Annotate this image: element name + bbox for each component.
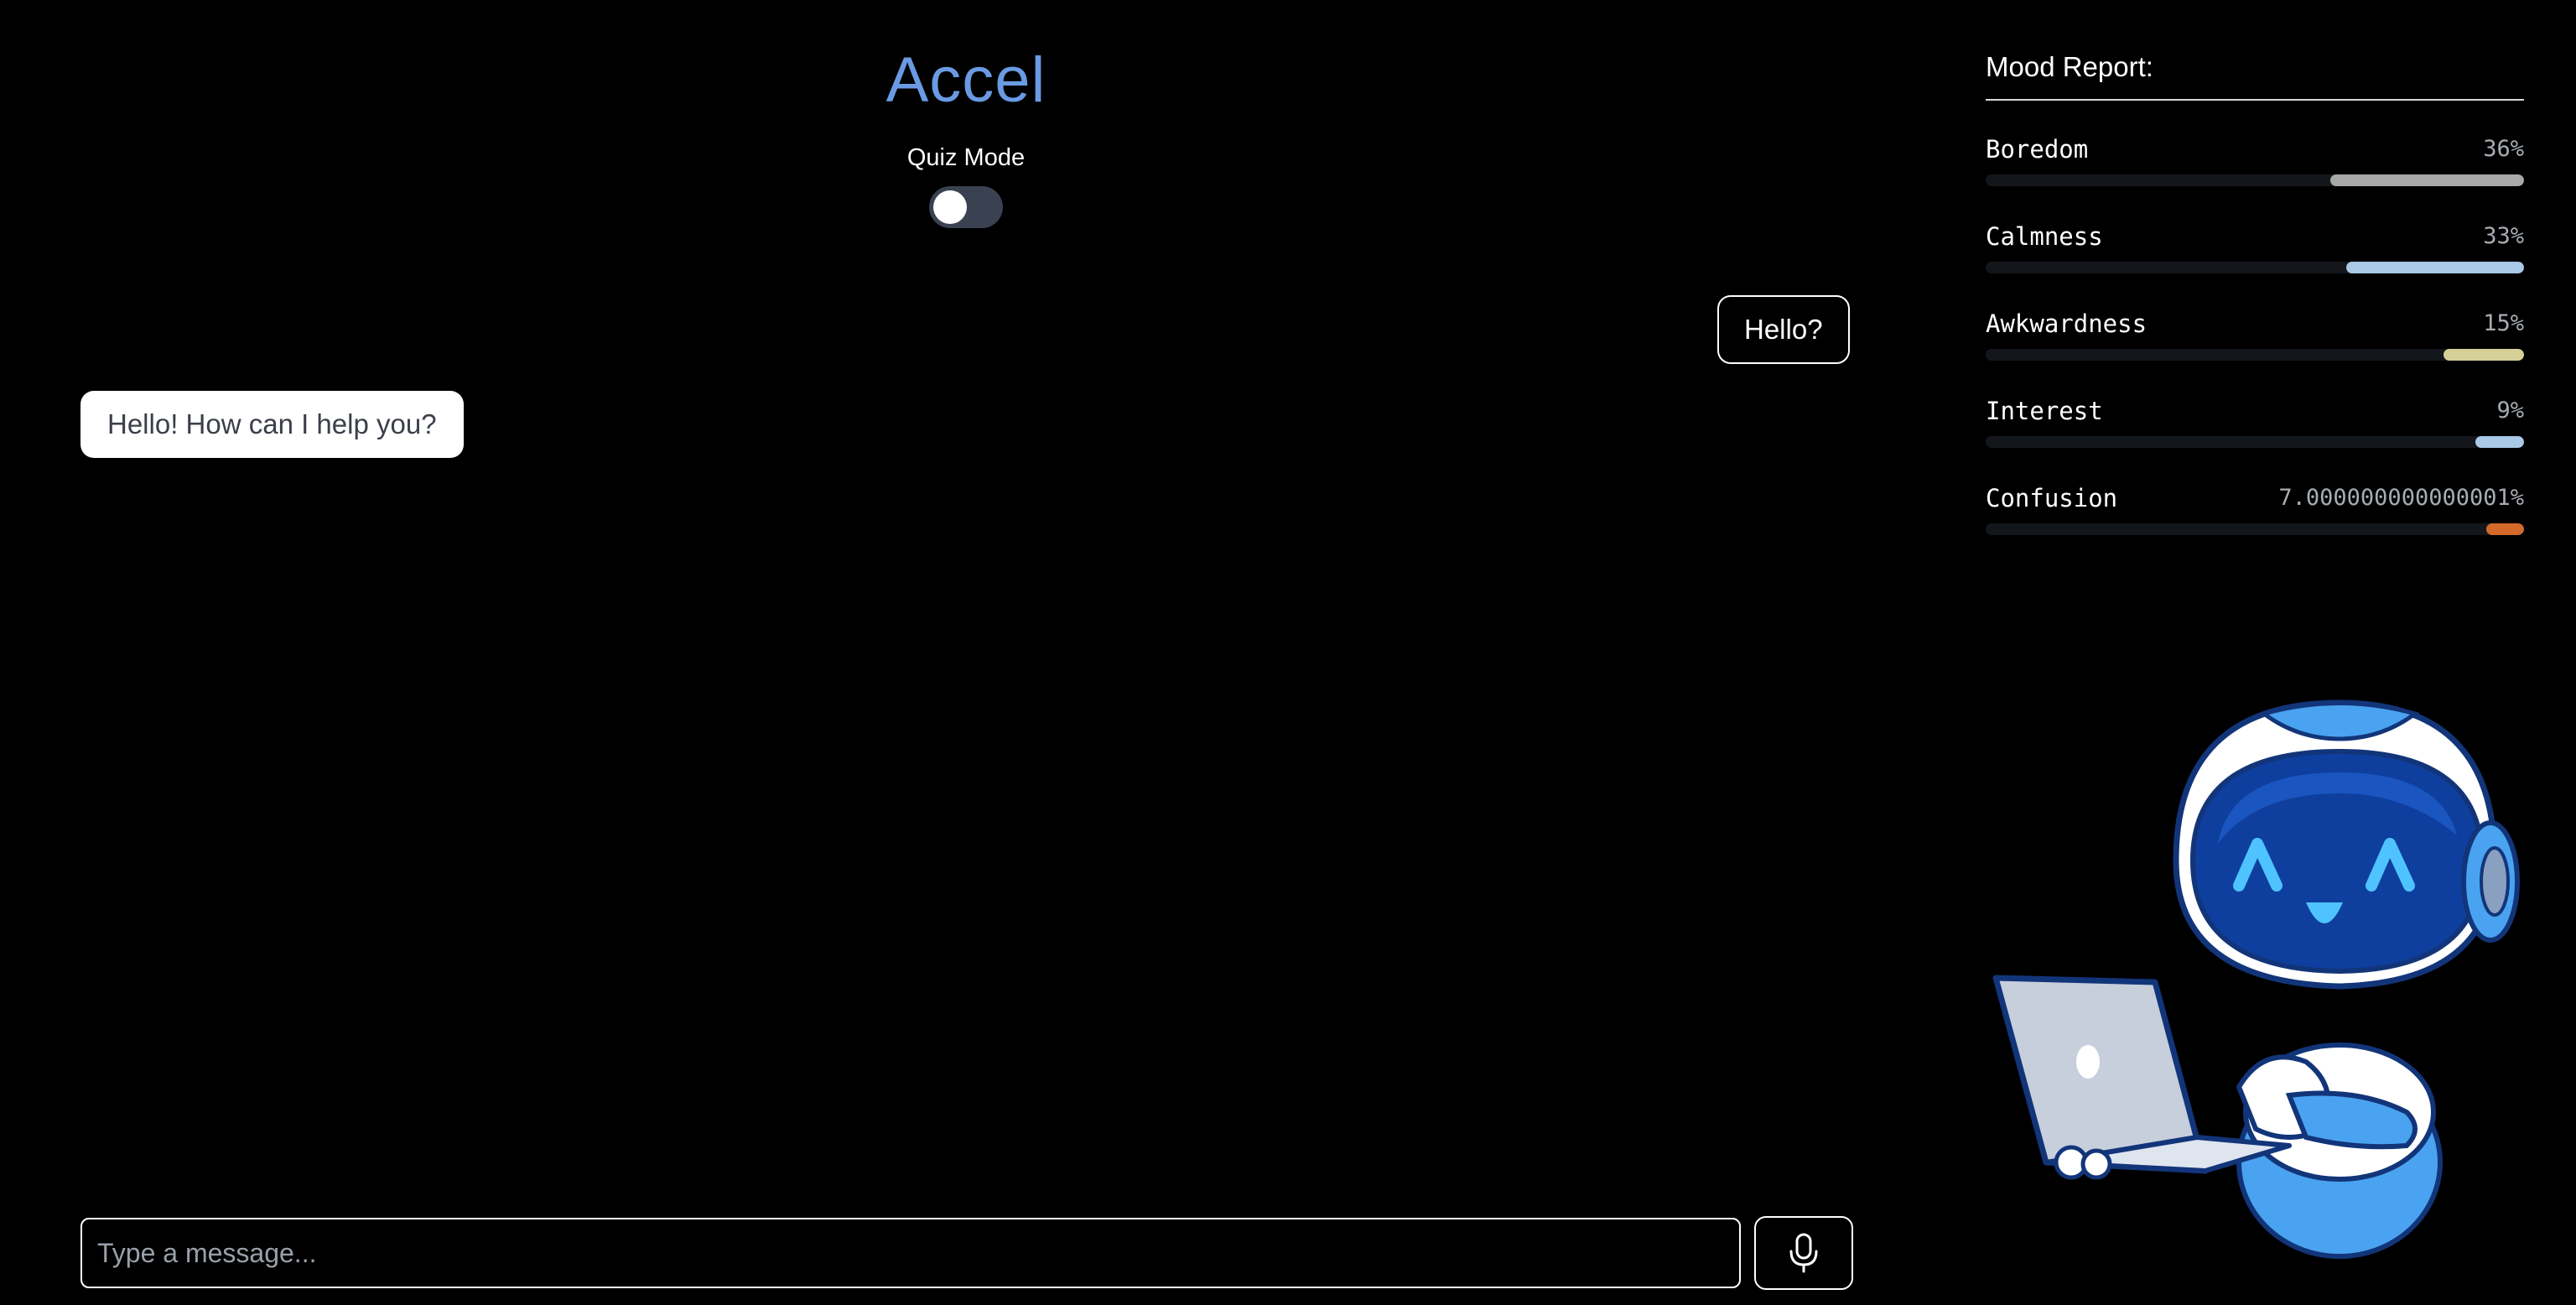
mood-bar-track — [1986, 262, 2524, 273]
mood-bar-track — [1986, 174, 2524, 186]
mood-name: Awkwardness — [1986, 309, 2148, 338]
mood-name: Confusion — [1986, 484, 2118, 512]
mood-report-divider — [1986, 99, 2524, 101]
app-title: Accel — [886, 44, 1046, 116]
mood-value: 36% — [2483, 136, 2524, 162]
mood-bar-fill — [2443, 349, 2524, 361]
mood-item-awkwardness: Awkwardness 15% — [1986, 307, 2524, 374]
mood-bar-fill — [2486, 523, 2524, 535]
mood-value: 15% — [2483, 310, 2524, 336]
assistant-message: Hello! How can I help you? — [80, 391, 464, 458]
chat-column: Accel Quiz Mode Hello? Hello! How can I … — [0, 0, 1932, 1305]
mood-value: 33% — [2483, 223, 2524, 249]
mood-bar-track — [1986, 436, 2524, 448]
mood-name: Calmness — [1986, 222, 2103, 251]
quiz-mode-label: Quiz Mode — [906, 144, 1026, 171]
mood-value: 9% — [2496, 398, 2524, 424]
mood-name: Boredom — [1986, 135, 2089, 164]
mood-bar-track — [1986, 523, 2524, 535]
robot-mascot-icon — [1992, 699, 2520, 1259]
mood-name: Interest — [1986, 397, 2103, 425]
mood-item-calmness: Calmness 33% — [1986, 220, 2524, 287]
mood-item-boredom: Boredom 36% — [1986, 133, 2524, 200]
mood-item-confusion: Confusion 7.000000000000001% — [1986, 481, 2524, 549]
mood-bar-track — [1986, 349, 2524, 361]
mood-bar-fill — [2329, 174, 2524, 186]
user-message: Hello? — [1717, 295, 1850, 364]
microphone-icon — [1789, 1233, 1818, 1273]
microphone-button[interactable] — [1754, 1216, 1853, 1290]
mood-bar-fill — [2475, 436, 2524, 448]
mood-value: 7.000000000000001% — [2278, 485, 2524, 511]
message-input[interactable] — [80, 1218, 1741, 1288]
toggle-knob — [933, 190, 967, 224]
mood-report-title: Mood Report: — [1986, 51, 2153, 82]
mood-bar-fill — [2346, 262, 2524, 273]
mood-item-interest: Interest 9% — [1986, 394, 2524, 461]
app-root: Accel Quiz Mode Hello? Hello! How can I … — [0, 0, 2576, 1305]
quiz-mode-toggle[interactable] — [929, 186, 1003, 228]
